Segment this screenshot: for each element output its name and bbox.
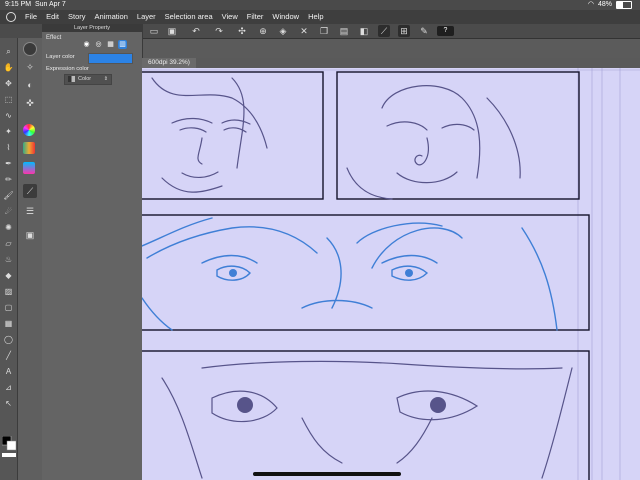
menu-layer[interactable]: Layer: [137, 10, 156, 24]
frame-tool-icon[interactable]: ▦: [3, 318, 14, 329]
layers-icon[interactable]: ☰: [23, 204, 37, 218]
home-indicator[interactable]: [253, 472, 401, 476]
panel-title: Layer Property: [42, 24, 142, 32]
menu-list: File Edit Story Animation Layer Selectio…: [25, 10, 324, 24]
transform-icon[interactable]: ✣: [236, 25, 248, 37]
pen-tool-icon[interactable]: ✒: [3, 158, 14, 169]
tone-effect-icon[interactable]: ◎: [94, 40, 103, 49]
battery-icon: [616, 1, 632, 9]
status-right: ◠ 48%: [588, 0, 632, 10]
layer-color-effect-icon[interactable]: ▥: [118, 40, 127, 49]
ruler-tool-icon[interactable]: ⊿: [3, 382, 14, 393]
clear-icon[interactable]: ✕: [298, 25, 310, 37]
zoom-tool-icon[interactable]: ⌕: [3, 46, 14, 57]
pencil-tool-icon[interactable]: ✏: [3, 174, 14, 185]
tool-palette: ⌕ ✋ ✥ ⬚ ∿ ✦ ⌇ ✒ ✏ 🖌 ☄ ✺ ▱ ♨ ◆ ▨ ▢ ▦ ◯ ╱ …: [0, 38, 18, 480]
expression-color-label: Expression color: [46, 66, 89, 72]
color-set-icon[interactable]: [23, 142, 35, 154]
snap-icon[interactable]: ⊞: [398, 25, 410, 37]
text-tool-icon[interactable]: A: [3, 366, 14, 377]
move-tool-icon[interactable]: ✥: [3, 78, 14, 89]
help-button[interactable]: ?: [437, 26, 454, 36]
fill-icon[interactable]: ◈: [277, 25, 289, 37]
lasso-tool-icon[interactable]: ∿: [3, 110, 14, 121]
drawing-canvas[interactable]: [142, 68, 640, 480]
expression-color-select[interactable]: Color ⇕: [64, 74, 112, 85]
sketch-lines: [151, 77, 573, 479]
blue-ink-lines: [142, 217, 558, 331]
comic-panel-4: [142, 350, 590, 480]
effect-buttons: ◉ ◎ ▦ ▥: [82, 40, 127, 49]
menu-story[interactable]: Story: [68, 10, 86, 24]
menu-view[interactable]: View: [222, 10, 238, 24]
ruler-icon[interactable]: ⟋: [378, 25, 390, 37]
line-tool-icon[interactable]: ╱: [3, 350, 14, 361]
status-date: Sun Apr 7: [35, 1, 66, 8]
blue-ink-fills: [229, 269, 413, 277]
eraser-tool-icon[interactable]: ▱: [3, 238, 14, 249]
select-tool-icon[interactable]: ⬚: [3, 94, 14, 105]
sub-tool-stamp-icon[interactable]: ✜: [23, 96, 37, 110]
gradient-tool-icon[interactable]: ▨: [3, 286, 14, 297]
sub-tool-bucket-icon[interactable]: ◐: [23, 78, 37, 92]
layer-color-swatch[interactable]: [88, 53, 133, 64]
expression-color-value: Color: [78, 76, 92, 82]
paste-icon[interactable]: ▤: [338, 25, 350, 37]
flip-icon[interactable]: ◧: [358, 25, 370, 37]
menu-window[interactable]: Window: [272, 10, 299, 24]
eyedropper-tool-icon[interactable]: ⌇: [3, 142, 14, 153]
color-swatches[interactable]: [2, 436, 16, 458]
menu-selection-area[interactable]: Selection area: [165, 10, 213, 24]
hand-tool-icon[interactable]: ✋: [3, 62, 14, 73]
status-time: 9:15 PM: [5, 1, 32, 8]
select-all-icon[interactable]: ⊕: [257, 25, 269, 37]
color-slider-icon[interactable]: [23, 162, 35, 174]
new-icon[interactable]: ▭: [148, 25, 160, 37]
brush-tool-icon[interactable]: 🖌: [3, 190, 14, 201]
layer-color-label: Layer color: [46, 54, 75, 60]
copy-icon[interactable]: ❐: [318, 25, 330, 37]
redo-icon[interactable]: ↷: [213, 25, 225, 37]
menu-help[interactable]: Help: [308, 10, 323, 24]
canvas-tab[interactable]: 600dpi 39.2%): [142, 58, 196, 68]
layer-property-icon[interactable]: ⟋: [23, 184, 37, 198]
decoration-tool-icon[interactable]: ✺: [3, 222, 14, 233]
comic-page: [142, 68, 640, 480]
menu-bar: File Edit Story Animation Layer Selectio…: [0, 10, 640, 24]
menu-edit[interactable]: Edit: [46, 10, 59, 24]
dropdown-arrow-icon: ⇕: [103, 76, 108, 82]
dropper-icon[interactable]: ✎: [418, 25, 430, 37]
save-icon[interactable]: ▣: [166, 25, 178, 37]
sub-tool-wand-icon[interactable]: ✧: [23, 60, 37, 74]
panel-borders: [142, 71, 590, 480]
app-logo-icon[interactable]: [6, 12, 16, 22]
menu-filter[interactable]: Filter: [247, 10, 264, 24]
wifi-icon: ◠: [587, 1, 594, 8]
wand-tool-icon[interactable]: ✦: [3, 126, 14, 137]
texture-effect-icon[interactable]: ▦: [106, 40, 115, 49]
layer-color-row: Layer color: [46, 53, 138, 64]
navigator-icon[interactable]: ▣: [23, 228, 37, 242]
undo-icon[interactable]: ↶: [190, 25, 202, 37]
sub-tool-circle-icon[interactable]: [23, 42, 37, 56]
menu-animation[interactable]: Animation: [95, 10, 128, 24]
fill-tool-icon[interactable]: ◆: [3, 270, 14, 281]
sub-tool-palette: ✧ ◐ ✜ ⟋ ☰ ▣: [18, 38, 43, 480]
ios-status-bar: 9:15 PM Sun Apr 7 ◠ 48%: [0, 0, 640, 10]
battery-percent: 48%: [597, 1, 612, 8]
comic-panel-1: [142, 71, 324, 200]
color-chip-icon: [68, 76, 75, 82]
balloon-tool-icon[interactable]: ◯: [3, 334, 14, 345]
border-effect-icon[interactable]: ◉: [82, 40, 91, 49]
color-wheel-icon[interactable]: [23, 124, 35, 136]
canvas-tab-bar: 600dpi 39.2%): [142, 58, 640, 68]
figure-tool-icon[interactable]: ▢: [3, 302, 14, 313]
operation-tool-icon[interactable]: ↖: [3, 398, 14, 409]
comic-panel-2: [336, 71, 580, 200]
layer-property-panel: Layer Property Effect ◉ ◎ ▦ ▥ Layer colo…: [42, 24, 143, 480]
blend-tool-icon[interactable]: ♨: [3, 254, 14, 265]
menu-file[interactable]: File: [25, 10, 37, 24]
airbrush-tool-icon[interactable]: ☄: [3, 206, 14, 217]
